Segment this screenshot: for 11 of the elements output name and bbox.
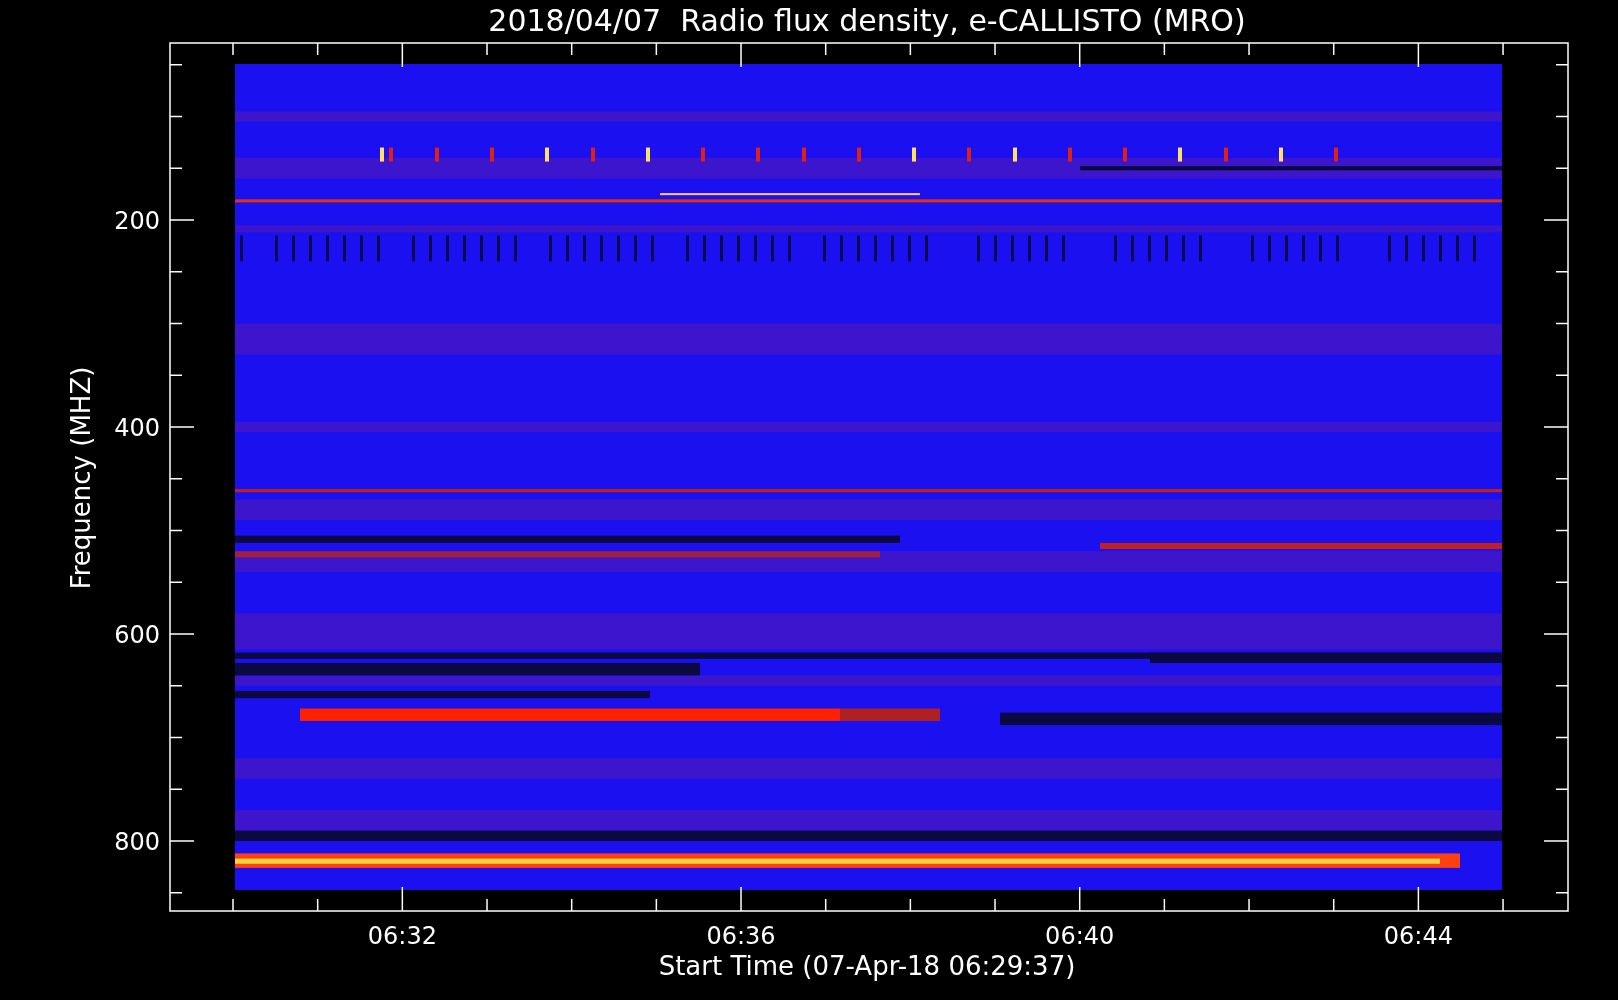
y-tick-label: 400 bbox=[114, 414, 160, 442]
y-tick-label: 800 bbox=[114, 828, 160, 856]
x-axis-label: Start Time (07-Apr-18 06:29:37) bbox=[658, 951, 1076, 981]
x-tick-label: 06:36 bbox=[706, 922, 776, 950]
y-axis-label: Frequency (MHZ) bbox=[66, 366, 96, 590]
y-tick-label: 200 bbox=[114, 207, 160, 235]
x-tick-label: 06:40 bbox=[1045, 922, 1115, 950]
x-tick-label: 06:44 bbox=[1383, 922, 1453, 950]
x-tick-label: 06:32 bbox=[367, 922, 437, 950]
y-tick-label: 600 bbox=[114, 621, 160, 649]
chart-title: 2018/04/07 Radio flux density, e-CALLISTO (MRO) bbox=[488, 3, 1246, 38]
